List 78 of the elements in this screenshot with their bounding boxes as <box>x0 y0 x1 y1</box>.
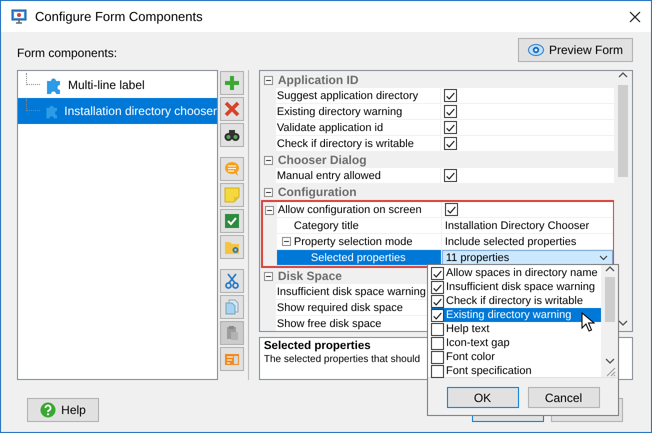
list-item[interactable]: Allow spaces in directory name <box>431 266 601 280</box>
chevron-up-icon <box>618 71 628 79</box>
speech-bubble-icon <box>224 161 240 177</box>
list-item[interactable]: Font color <box>431 350 601 364</box>
tree-line <box>26 73 40 85</box>
checkbox[interactable] <box>431 336 444 350</box>
property-checkbox[interactable] <box>444 121 457 134</box>
cancel-button[interactable]: Cancel <box>528 387 600 408</box>
clipboard-icon <box>224 325 240 341</box>
property-value: Installation Directory Chooser <box>444 218 590 234</box>
collapse-icon[interactable] <box>264 76 274 84</box>
chevron-down-icon <box>599 255 608 261</box>
property-checkbox[interactable] <box>444 169 457 182</box>
property-name[interactable]: Check if directory is writable <box>276 136 441 152</box>
question-mark-icon <box>40 402 56 418</box>
preview-form-button[interactable]: Preview Form <box>518 38 633 62</box>
description-title: Selected properties <box>264 339 371 353</box>
checkbox[interactable] <box>431 266 444 280</box>
checkbox[interactable] <box>431 280 444 294</box>
property-checkbox[interactable] <box>444 105 457 118</box>
checkbox[interactable] <box>431 322 444 336</box>
property-name[interactable]: Category title <box>276 218 442 234</box>
property-name[interactable]: Property selection mode <box>276 234 442 250</box>
collapse-icon[interactable] <box>264 156 274 164</box>
category-label: Configuration <box>276 184 357 200</box>
checkbox[interactable] <box>431 350 444 364</box>
property-checkbox[interactable] <box>444 203 458 216</box>
plus-icon <box>224 75 240 91</box>
collapse-icon[interactable] <box>265 206 274 214</box>
checkbox[interactable] <box>431 294 444 308</box>
tree-line <box>26 99 40 111</box>
window-title: Configure Form Components <box>35 8 204 26</box>
property-name[interactable]: Existing directory warning <box>276 104 441 120</box>
list-item[interactable]: Existing directory warning <box>431 308 601 322</box>
scissors-icon <box>224 273 240 289</box>
picture-icon <box>224 351 240 367</box>
property-name[interactable]: Validate application id <box>276 120 441 136</box>
close-icon[interactable] <box>629 10 641 22</box>
property-name[interactable]: Manual entry allowed <box>276 168 441 184</box>
folder-icon <box>224 239 240 255</box>
scrollbar-thumb[interactable] <box>618 85 628 177</box>
checkmark-icon <box>224 213 240 229</box>
section-label: Form components: <box>17 45 118 62</box>
property-name[interactable]: Selected properties <box>276 250 442 266</box>
binoculars-icon <box>224 127 240 143</box>
eye-icon <box>528 43 544 57</box>
list-item[interactable]: Font specification <box>431 364 601 378</box>
collapse-icon[interactable] <box>282 237 291 246</box>
chevron-down-icon <box>604 357 614 365</box>
app-icon <box>11 9 27 24</box>
chevron-down-icon <box>618 319 628 327</box>
property-name[interactable]: Suggest application directory <box>276 88 441 104</box>
property-value: Include selected properties <box>444 234 576 250</box>
category-label: Application ID <box>276 72 359 88</box>
sticky-note-icon <box>224 187 240 203</box>
list-item[interactable]: Icon-text gap <box>431 336 601 350</box>
help-button[interactable]: Help <box>27 398 99 422</box>
ok-button[interactable]: OK <box>446 387 518 408</box>
category-label: Chooser Dialog <box>276 152 367 168</box>
copy-icon <box>224 299 240 315</box>
scrollbar[interactable] <box>601 265 618 377</box>
property-checkbox[interactable] <box>444 137 457 150</box>
checkbox[interactable] <box>431 364 444 378</box>
chevron-up-icon <box>604 265 614 273</box>
scrollbar-thumb[interactable] <box>604 277 614 322</box>
tree-item[interactable]: Multi-line label <box>18 72 217 98</box>
property-name[interactable]: Allow configuration on screen <box>276 202 442 218</box>
description-text: The selected properties that should <box>264 353 420 367</box>
property-checkbox[interactable] <box>444 89 457 102</box>
checkbox[interactable] <box>431 308 444 322</box>
x-icon <box>224 101 240 117</box>
collapse-icon[interactable] <box>264 272 274 280</box>
collapse-icon[interactable] <box>264 188 274 196</box>
mouse-cursor-icon <box>581 312 595 332</box>
tree-item[interactable]: Installation directory chooser <box>18 98 217 124</box>
toolbar-button[interactable] <box>220 123 244 147</box>
category-label: Disk Space <box>276 268 342 284</box>
scrollbar[interactable] <box>614 71 632 331</box>
